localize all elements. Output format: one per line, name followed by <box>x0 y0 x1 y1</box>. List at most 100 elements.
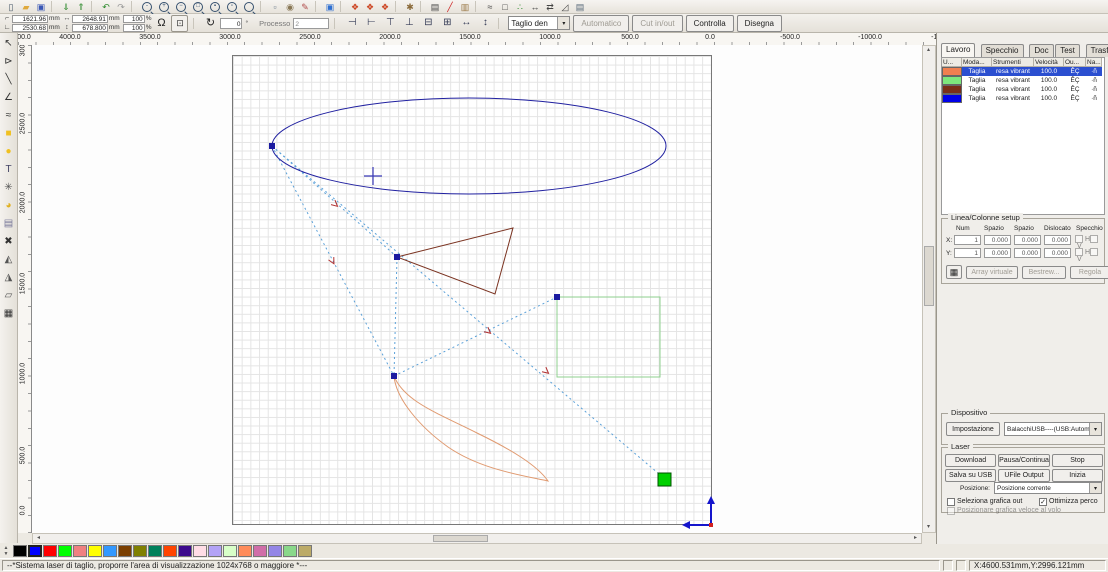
color-swatch[interactable] <box>148 545 162 557</box>
laser-position-marker[interactable] <box>658 473 671 486</box>
zoom-out-icon[interactable]: - <box>142 2 152 12</box>
line-tool-icon[interactable]: ╲ <box>1 72 16 87</box>
column-header[interactable]: Velocità <box>1034 58 1064 67</box>
layer-row[interactable]: Tagliaresa vibrant100.0ÊÇ·ñ <box>942 76 1102 85</box>
ufile-output-button[interactable]: UFile Output <box>998 469 1050 482</box>
space-vertical-icon[interactable]: ↕ <box>477 16 493 30</box>
rectangle-shape[interactable] <box>557 297 660 377</box>
path-start-node[interactable] <box>554 294 560 300</box>
hscroll-thumb[interactable] <box>433 535 488 542</box>
layer-cell[interactable]: resa vibrant <box>992 67 1034 76</box>
rotate-field[interactable]: 0 <box>220 18 242 29</box>
scale-y-field[interactable]: 100 <box>123 24 145 32</box>
zoom-window-icon[interactable]: □ <box>193 2 203 12</box>
scroll-up-icon[interactable]: ▴ <box>923 46 934 55</box>
height-field[interactable]: 678.800 <box>72 24 108 32</box>
column-header[interactable]: Moda... <box>962 58 992 67</box>
mirror-vertical-tool-icon[interactable]: ◭ <box>1 252 16 267</box>
export-icon[interactable]: ⇑ <box>74 1 88 13</box>
select-tool-icon[interactable]: ↖ <box>1 36 16 51</box>
ellipse-arc-tool-icon[interactable]: ◕ <box>1 198 16 213</box>
array-button-3[interactable]: Regola <box>1070 266 1108 279</box>
checkbox-icon[interactable] <box>1075 235 1083 243</box>
array-field[interactable]: 0.000 <box>984 235 1011 245</box>
chevron-down-icon[interactable]: ▾ <box>1089 423 1101 435</box>
chevron-down-icon[interactable]: ▾ <box>1089 483 1101 493</box>
automatico-button[interactable]: Automatico <box>573 15 629 32</box>
align-top-icon[interactable]: ⊤ <box>382 16 398 30</box>
layer-cell[interactable]: Taglia <box>962 94 992 103</box>
array-field[interactable]: 1 <box>954 235 981 245</box>
zoom-select-icon[interactable]: ▫ <box>227 2 237 12</box>
import-icon[interactable]: ⇓ <box>59 1 73 13</box>
color-swatch[interactable] <box>13 545 27 557</box>
curve-check-icon[interactable]: ≈ <box>483 1 497 13</box>
color-swatch[interactable] <box>268 545 282 557</box>
tab-specchio[interactable]: Specchio <box>981 44 1024 57</box>
layer-cell[interactable]: ÊÇ <box>1064 76 1086 85</box>
width-field[interactable]: 2648.91 <box>72 15 108 23</box>
new-file-icon[interactable]: ▯ <box>4 1 18 13</box>
layer-cell[interactable]: resa vibrant <box>992 94 1034 103</box>
align-right-icon[interactable]: ⊢ <box>363 16 379 30</box>
y-position-field[interactable]: 2530.68 <box>12 24 48 32</box>
color-swatch[interactable] <box>298 545 312 557</box>
color-swatch[interactable] <box>88 545 102 557</box>
posizione-combo[interactable]: Posizione corrente ▾ <box>994 482 1102 494</box>
triangle-shape[interactable] <box>397 228 513 294</box>
layer-cell[interactable]: ÊÇ <box>1064 94 1086 103</box>
lock-ratio-icon[interactable]: Ω <box>154 17 168 29</box>
node-check-icon[interactable]: ∴ <box>513 1 527 13</box>
monitor-icon[interactable]: ▣ <box>323 1 337 13</box>
array-field[interactable]: 0.000 <box>984 248 1011 258</box>
undo-icon[interactable]: ↶ <box>99 1 113 13</box>
zoom-in-icon[interactable]: + <box>159 2 169 12</box>
draw-pen-icon[interactable]: ✎ <box>298 1 312 13</box>
column-header[interactable]: Strumenti <box>992 58 1034 67</box>
array-copy3-icon[interactable]: ❖ <box>378 1 392 13</box>
tab-lavoro[interactable]: Lavoro <box>941 43 975 57</box>
column-header[interactable]: Na... <box>1086 58 1102 67</box>
optimize-path-checkbox[interactable]: Ottimizza perco <box>1039 497 1098 506</box>
zoom-all-icon[interactable]: ▪ <box>210 2 220 12</box>
color-swatch[interactable] <box>58 545 72 557</box>
array-field[interactable]: 0.000 <box>1014 248 1041 258</box>
relative-position-checkbox[interactable]: Posizionare grafica veloce al volo <box>947 506 1061 515</box>
open-folder-icon[interactable]: ▰ <box>19 1 33 13</box>
vscroll-thumb[interactable] <box>924 246 934 306</box>
disegna-button[interactable]: Disegna <box>737 15 782 32</box>
horizontal-scrollbar[interactable]: ◂ ▸ <box>32 533 922 544</box>
scale-x-field[interactable]: 100 <box>123 15 145 23</box>
layer-cell[interactable]: ·ñ <box>1086 67 1102 76</box>
zoom-extent-icon[interactable] <box>244 2 254 12</box>
tab-doc[interactable]: Doc <box>1029 44 1053 57</box>
path-start-node[interactable] <box>391 373 397 379</box>
layer-cell[interactable]: resa vibrant <box>992 76 1034 85</box>
layer-cell[interactable]: resa vibrant <box>992 85 1034 94</box>
array-tool-icon[interactable]: ▦ <box>1 306 16 321</box>
ellipse-tool-icon[interactable]: ● <box>1 144 16 159</box>
checkbox-icon[interactable] <box>1075 248 1083 256</box>
polyline-tool-icon[interactable]: ∠ <box>1 90 16 105</box>
offset-tool-icon[interactable]: ▱ <box>1 288 16 303</box>
scroll-down-icon[interactable]: ▾ <box>923 523 934 532</box>
layer-row[interactable]: Tagliaresa vibrant100.0ÊÇ·ñ <box>942 94 1102 103</box>
image-tool-icon[interactable]: ▤ <box>1 216 16 231</box>
color-swatch[interactable] <box>238 545 252 557</box>
chevron-down-icon[interactable]: ▾ <box>557 17 569 29</box>
simulate-icon[interactable]: ▫ <box>268 1 282 13</box>
checkbox-icon[interactable] <box>947 498 955 506</box>
array-button-2[interactable]: Bestrew... <box>1022 266 1066 279</box>
color-swatch[interactable] <box>253 545 267 557</box>
column-header[interactable]: Ou... <box>1064 58 1086 67</box>
pausa-continua-button[interactable]: Pausa/Continua <box>998 454 1050 467</box>
layer-color-swatch[interactable] <box>942 85 962 94</box>
array-copy2-icon[interactable]: ❖ <box>363 1 377 13</box>
color-swatch[interactable] <box>208 545 222 557</box>
center-horizontal-icon[interactable]: ⊟ <box>420 16 436 30</box>
color-swatch[interactable] <box>28 545 42 557</box>
device-combo[interactable]: BalacchiUSB----(USB:Automatico ▾ <box>1004 422 1102 436</box>
layer-cell[interactable]: 100.0 <box>1034 94 1064 103</box>
array-field[interactable]: 0.000 <box>1044 248 1071 258</box>
space-horizontal-icon[interactable]: ↔ <box>458 16 474 30</box>
